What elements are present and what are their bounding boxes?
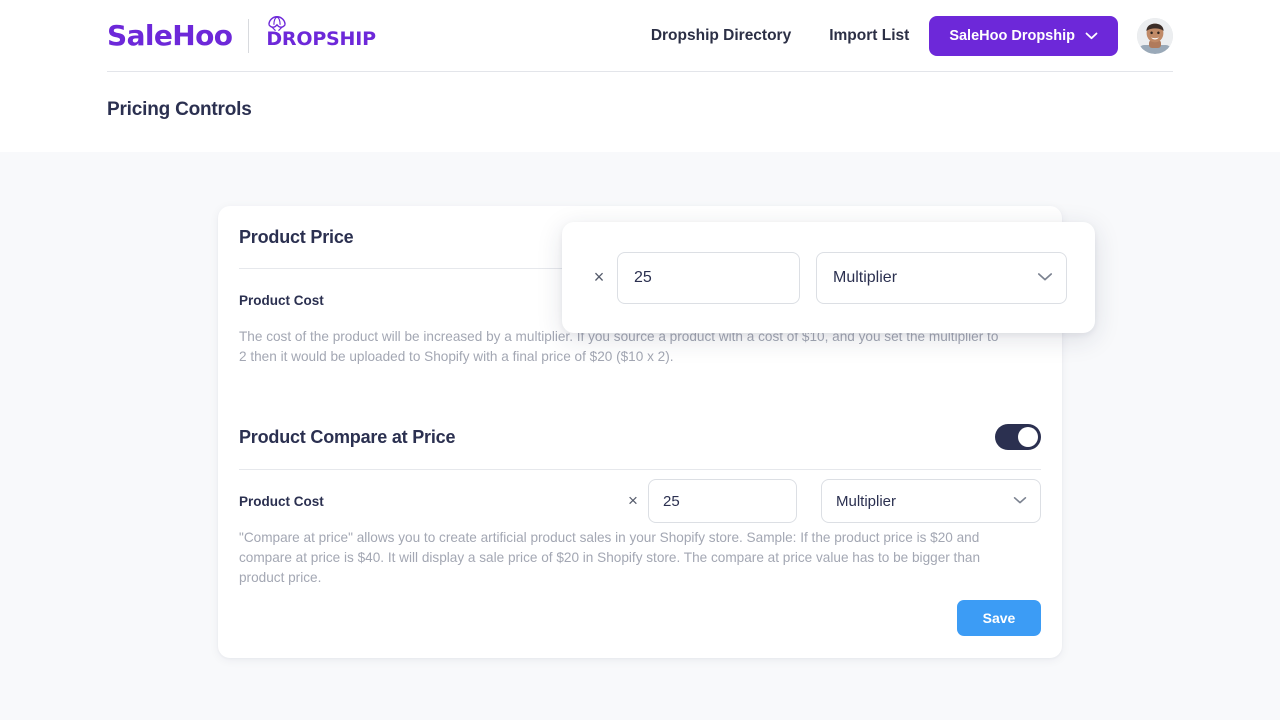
header-inner: SaleHoo DROPSHIP Dropship Directory Impo… xyxy=(107,0,1173,72)
compare-at-price-amount-input[interactable] xyxy=(648,479,797,523)
product-price-help-text: The cost of the product will be increase… xyxy=(239,329,999,364)
popup-mode-select-wrap: Multiplier xyxy=(816,251,1067,304)
card-footer: Save xyxy=(957,600,1041,636)
popup-mode-value: Multiplier xyxy=(833,268,898,286)
compare-at-price-mode-select[interactable]: Multiplier xyxy=(821,479,1041,523)
product-price-title: Product Price xyxy=(239,226,354,247)
compare-at-price-cost-label: Product Cost xyxy=(239,493,324,509)
toggle-knob xyxy=(1018,427,1038,447)
compare-at-price-controls: × Multiplier xyxy=(618,479,1041,523)
parachute-icon xyxy=(266,15,288,43)
nav-link-import-list[interactable]: Import List xyxy=(829,21,909,51)
compare-at-price-mode-value: Multiplier xyxy=(836,492,897,510)
multiply-icon: × xyxy=(628,491,638,510)
brand-dropship-lockup: DROPSHIP xyxy=(265,15,376,56)
nav-link-dropship-directory[interactable]: Dropship Directory xyxy=(651,21,791,51)
multiply-icon: × xyxy=(593,267,605,287)
brand-divider xyxy=(248,18,250,53)
pricing-popup-panel: × Multiplier xyxy=(562,222,1095,333)
main-navigation: Dropship Directory Import List SaleHoo D… xyxy=(651,15,1173,56)
popup-mode-select[interactable]: Multiplier xyxy=(816,251,1067,304)
compare-at-price-toggle[interactable] xyxy=(995,424,1041,450)
compare-at-price-header: Product Compare at Price xyxy=(218,405,1062,469)
compare-at-price-help-text: "Compare at price" allows you to create … xyxy=(239,530,981,585)
site-header: SaleHoo DROPSHIP Dropship Directory Impo… xyxy=(0,0,1280,152)
compare-at-price-title: Product Compare at Price xyxy=(239,426,456,447)
brand-salehoo-text: SaleHoo xyxy=(107,18,233,52)
page-title: Pricing Controls xyxy=(107,99,252,120)
compare-at-price-row: Product Cost × Multiplier xyxy=(218,470,1062,532)
account-menu-button[interactable]: SaleHoo Dropship xyxy=(929,15,1118,56)
save-button[interactable]: Save xyxy=(957,600,1041,636)
avatar[interactable] xyxy=(1137,17,1173,54)
app-root: SaleHoo DROPSHIP Dropship Directory Impo… xyxy=(0,0,1280,720)
product-price-cost-label: Product Cost xyxy=(239,292,324,308)
account-menu-label: SaleHoo Dropship xyxy=(949,27,1075,44)
brand-logo[interactable]: SaleHoo DROPSHIP xyxy=(107,15,376,56)
popup-amount-input[interactable] xyxy=(617,251,800,304)
compare-at-price-mode-select-wrap: Multiplier xyxy=(821,479,1041,523)
chevron-down-icon xyxy=(1085,28,1098,44)
